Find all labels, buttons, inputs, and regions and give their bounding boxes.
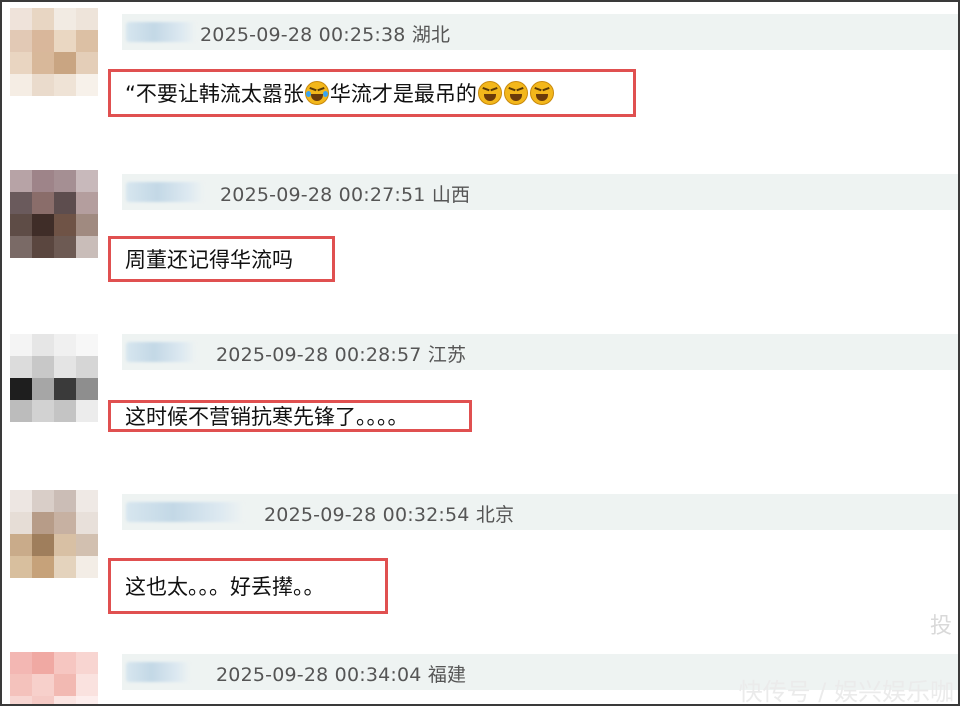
comment-screenshot: 2025-09-28 00:25:38 湖北 “不要让韩流太嚣张 华流才是最吊的… bbox=[0, 0, 960, 706]
avatar[interactable] bbox=[10, 490, 98, 578]
timestamp: 2025-09-28 00:27:51 bbox=[220, 184, 426, 206]
comment-header: 2025-09-28 00:32:54 北京 bbox=[122, 494, 958, 530]
location: 湖北 bbox=[411, 24, 451, 46]
comment-header: 2025-09-28 00:27:51 山西 bbox=[122, 174, 958, 210]
avatar[interactable] bbox=[10, 652, 98, 704]
watermark-bottom: 快传号 / 娱兴娱乐咖 bbox=[738, 678, 954, 706]
comment-text-highlighted: 周董还记得华流吗 bbox=[108, 236, 335, 282]
comment-text: 华流才是最吊的 bbox=[329, 82, 477, 106]
comment-text-highlighted: 这时候不营销抗寒先锋了。。。。 bbox=[108, 400, 472, 432]
timestamp: 2025-09-28 00:32:54 bbox=[264, 504, 470, 526]
username-blurred[interactable] bbox=[126, 662, 190, 682]
avatar[interactable] bbox=[10, 334, 98, 422]
location: 江苏 bbox=[427, 344, 467, 366]
comment-text-highlighted: “不要让韩流太嚣张 华流才是最吊的 bbox=[108, 69, 636, 117]
comment-header: 2025-09-28 00:28:57 江苏 bbox=[122, 334, 958, 370]
comment-meta: 2025-09-28 00:34:04 福建 bbox=[216, 660, 466, 687]
comment-meta: 2025-09-28 00:28:57 江苏 bbox=[216, 340, 466, 367]
location: 福建 bbox=[427, 664, 467, 686]
timestamp: 2025-09-28 00:28:57 bbox=[216, 344, 422, 366]
grin-squint-emoji bbox=[503, 81, 528, 105]
comment-text: 这时候不营销抗寒先锋了。。。。 bbox=[125, 405, 409, 429]
location: 北京 bbox=[475, 504, 515, 526]
comment-text: “不要让韩流太嚣张 bbox=[125, 82, 304, 106]
location: 山西 bbox=[431, 184, 471, 206]
comment-text-highlighted: 这也太。。。好丢撵。。 bbox=[108, 558, 388, 614]
comment-meta: 2025-09-28 00:32:54 北京 bbox=[264, 500, 514, 527]
comment-text: 这也太。。。好丢撵。。 bbox=[125, 575, 325, 599]
avatar[interactable] bbox=[10, 170, 98, 258]
comment-header: 2025-09-28 00:25:38 湖北 bbox=[122, 14, 958, 50]
username-blurred[interactable] bbox=[126, 182, 204, 202]
watermark-side: 投 bbox=[929, 614, 952, 639]
grin-squint-emoji bbox=[477, 81, 502, 105]
timestamp: 2025-09-28 00:25:38 bbox=[200, 24, 406, 46]
laugh-cry-emoji bbox=[304, 81, 329, 105]
username-blurred[interactable] bbox=[126, 342, 196, 362]
comment-meta: 2025-09-28 00:25:38 湖北 bbox=[200, 20, 450, 47]
comment-meta: 2025-09-28 00:27:51 山西 bbox=[220, 180, 470, 207]
username-blurred[interactable] bbox=[126, 22, 196, 42]
comment-text: 周董还记得华流吗 bbox=[125, 248, 293, 272]
username-blurred[interactable] bbox=[126, 502, 244, 522]
timestamp: 2025-09-28 00:34:04 bbox=[216, 664, 422, 686]
grin-squint-emoji bbox=[529, 81, 554, 105]
avatar[interactable] bbox=[10, 8, 98, 96]
